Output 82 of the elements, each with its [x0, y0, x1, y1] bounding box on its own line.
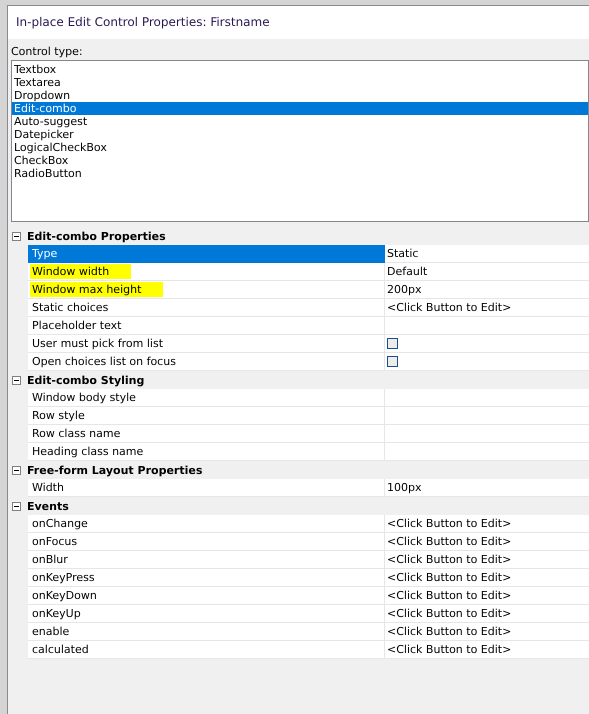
property-name[interactable]: Row class name	[28, 425, 385, 443]
property-label: Placeholder text	[31, 318, 122, 333]
property-name[interactable]: Window max height	[28, 281, 385, 299]
property-label: User must pick from list	[31, 336, 164, 351]
list-item[interactable]: Edit-combo	[12, 102, 588, 115]
property-name[interactable]: calculated	[28, 641, 385, 659]
checkbox[interactable]	[387, 338, 398, 349]
category-title: Edit-combo Styling	[27, 374, 144, 386]
value-cell[interactable]: 100px	[385, 479, 589, 497]
property-name[interactable]: onKeyDown	[28, 587, 385, 605]
list-item[interactable]: LogicalCheckBox	[12, 141, 588, 154]
property-name[interactable]: onChange	[28, 515, 385, 533]
property-label: onFocus	[31, 534, 78, 549]
list-item[interactable]: Datepicker	[12, 128, 588, 141]
value-cell[interactable]: <Click Button to Edit>	[385, 641, 589, 659]
checkbox[interactable]	[387, 356, 398, 367]
collapse-icon[interactable]	[12, 232, 21, 240]
property-label: onKeyPress	[31, 570, 96, 585]
category-title: Edit-combo Properties	[27, 230, 166, 242]
value-cell[interactable]: <Click Button to Edit>	[385, 515, 589, 533]
property-name[interactable]: Type	[28, 245, 385, 263]
property-name[interactable]: Window body style	[28, 389, 385, 407]
value-cell[interactable]	[385, 425, 589, 443]
control-type-label: Control type:	[11, 44, 83, 60]
category-title: Free-form Layout Properties	[27, 464, 202, 476]
property-label: Type	[31, 246, 58, 261]
control-type-list[interactable]: Textbox Textarea Dropdown Edit-combo Auto-suggest Datepicker LogicalCheckBox CheckBox RadioButton	[11, 60, 589, 222]
property-label: Width	[31, 480, 65, 495]
list-item[interactable]: RadioButton	[12, 167, 588, 180]
value-cell[interactable]	[385, 389, 589, 407]
property-name[interactable]: Width	[28, 479, 385, 497]
property-name[interactable]: Window width	[28, 263, 385, 281]
value-cell[interactable]: <Click Button to Edit>	[385, 587, 589, 605]
category-title: Events	[27, 500, 69, 512]
property-label: onChange	[31, 516, 89, 531]
value-cell[interactable]: 200px	[385, 281, 589, 299]
property-name[interactable]: onBlur	[28, 551, 385, 569]
value-cell[interactable]: <Click Button to Edit>	[385, 299, 589, 317]
value-cell[interactable]: Static	[385, 245, 589, 263]
value-cell[interactable]	[385, 335, 589, 353]
list-item[interactable]: Textbox	[12, 63, 588, 76]
property-label: calculated	[31, 642, 90, 657]
highlighted-label: Window max height	[30, 282, 164, 297]
property-name[interactable]: Heading class name	[28, 443, 385, 461]
value-cell[interactable]: <Click Button to Edit>	[385, 551, 589, 569]
property-label: enable	[31, 624, 70, 639]
list-item[interactable]: Dropdown	[12, 89, 588, 102]
highlighted-label: Window width	[30, 264, 132, 279]
property-name[interactable]: onKeyUp	[28, 605, 385, 623]
property-label: Window body style	[31, 390, 137, 405]
property-name[interactable]: User must pick from list	[28, 335, 385, 353]
value-cell[interactable]	[385, 407, 589, 425]
value-cell[interactable]: Default	[385, 263, 589, 281]
list-item[interactable]: CheckBox	[12, 154, 588, 167]
list-item[interactable]: Auto-suggest	[12, 115, 588, 128]
property-label: Static choices	[31, 300, 110, 315]
value-cell[interactable]: <Click Button to Edit>	[385, 569, 589, 587]
value-cell[interactable]	[385, 353, 589, 371]
collapse-icon[interactable]	[12, 466, 21, 474]
value-cell[interactable]	[385, 317, 589, 335]
property-name[interactable]: enable	[28, 623, 385, 641]
value-cell[interactable]: <Click Button to Edit>	[385, 605, 589, 623]
property-name[interactable]: Row style	[28, 407, 385, 425]
list-item[interactable]: Textarea	[12, 76, 588, 89]
property-label: onKeyDown	[31, 588, 98, 603]
property-name[interactable]: Placeholder text	[28, 317, 385, 335]
value-cell[interactable]	[385, 443, 589, 461]
property-label: onKeyUp	[31, 606, 82, 621]
property-name[interactable]: onKeyPress	[28, 569, 385, 587]
property-label: Heading class name	[31, 444, 144, 459]
collapse-icon[interactable]	[12, 502, 21, 510]
property-name[interactable]: Open choices list on focus	[28, 353, 385, 371]
value-cell[interactable]: <Click Button to Edit>	[385, 533, 589, 551]
value-cell[interactable]: <Click Button to Edit>	[385, 623, 589, 641]
window-title: In-place Edit Control Properties: Firstname	[8, 6, 589, 39]
property-name[interactable]: Static choices	[28, 299, 385, 317]
property-name[interactable]: onFocus	[28, 533, 385, 551]
property-label: onBlur	[31, 552, 69, 567]
property-label: Row style	[31, 408, 86, 423]
collapse-icon[interactable]	[12, 376, 21, 384]
property-label: Row class name	[31, 426, 122, 441]
property-label: Open choices list on focus	[31, 354, 177, 369]
